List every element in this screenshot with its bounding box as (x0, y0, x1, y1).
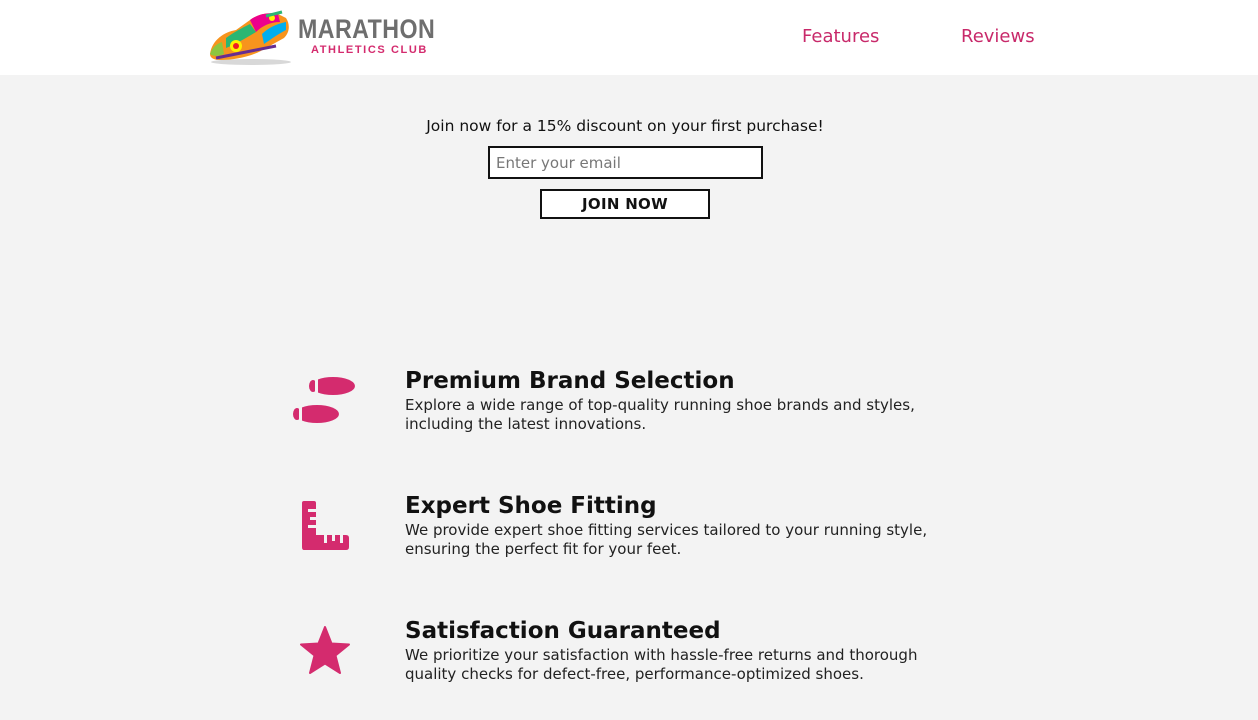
star-icon (300, 626, 350, 674)
signup-promo-text: Join now for a 15% discount on your firs… (0, 117, 1258, 135)
feature-description: We provide expert shoe fitting services … (405, 521, 928, 558)
feature-title: Satisfaction Guaranteed (405, 618, 721, 644)
logo-wordmark: MARATHON (298, 14, 436, 44)
nav-link-features[interactable]: Features (802, 26, 879, 47)
running-shoe-icon (210, 10, 291, 65)
nav-link-reviews[interactable]: Reviews (961, 26, 1035, 47)
feature-title: Premium Brand Selection (405, 368, 735, 394)
feature-description: We prioritize your satisfaction with has… (405, 646, 918, 683)
ruler-icon (302, 501, 349, 550)
logo-subtitle: ATHLETICS CLUB (311, 44, 428, 56)
signup-promo-label: Join now for a 15% discount on your firs… (426, 117, 824, 135)
join-now-button[interactable]: JOIN NOW (540, 189, 710, 219)
feature-description: Explore a wide range of top-quality runn… (405, 396, 915, 433)
feature-title: Expert Shoe Fitting (405, 493, 657, 519)
logo[interactable]: MARATHON ATHLETICS CLUB (206, 8, 436, 68)
footprints-icon (293, 377, 355, 423)
site-header: MARATHON ATHLETICS CLUB Features Reviews (0, 0, 1258, 75)
email-input[interactable] (488, 146, 763, 179)
